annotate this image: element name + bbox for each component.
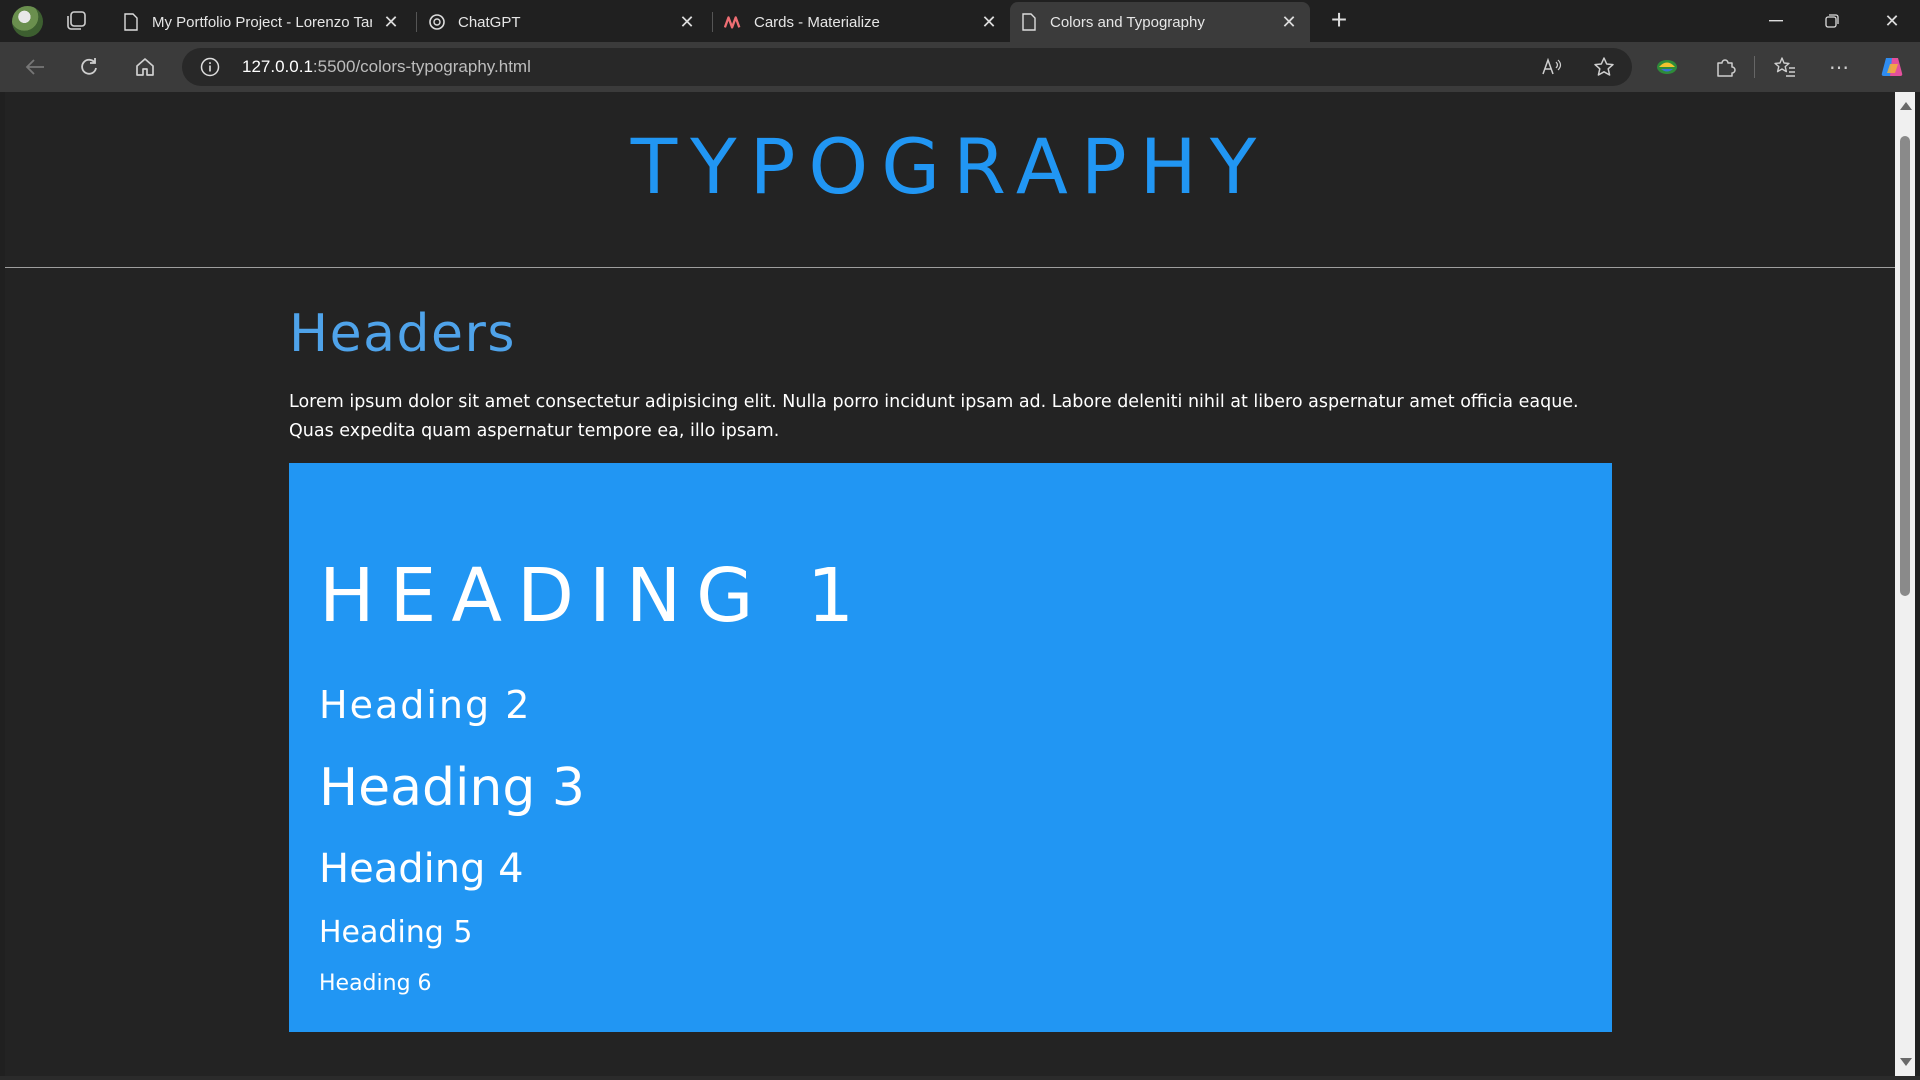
intro-paragraph: Lorem ipsum dolor sit amet consectetur a… xyxy=(289,392,1579,441)
page-viewport: TYPOGRAPHY Headers Lorem ipsum dolor sit… xyxy=(5,92,1895,1076)
more-options-icon[interactable]: ⋯ xyxy=(1822,50,1856,84)
new-tab-button[interactable]: + xyxy=(1324,6,1354,36)
favorite-star-icon[interactable] xyxy=(1592,55,1616,79)
home-button[interactable] xyxy=(128,50,162,84)
materialize-icon xyxy=(724,13,742,31)
refresh-button[interactable] xyxy=(72,50,106,84)
heading-4: Heading 4 xyxy=(319,846,524,892)
extension-colorful-icon[interactable] xyxy=(1650,50,1684,84)
heading-1: HEADING 1 xyxy=(319,553,870,639)
scrollbar-thumb[interactable] xyxy=(1900,136,1910,596)
tab-divider xyxy=(416,12,417,32)
browser-toolbar: 127.0.0.1:5500/colors-typography.html ⋯ xyxy=(0,42,1920,92)
tab-materialize[interactable]: Cards - Materialize ✕ xyxy=(714,2,1010,42)
scroll-down-arrow-icon[interactable] xyxy=(1900,1058,1912,1066)
heading-3: Heading 3 xyxy=(319,758,585,818)
heading-5: Heading 5 xyxy=(319,915,473,950)
close-tab-icon[interactable]: ✕ xyxy=(978,12,1000,33)
address-bar[interactable]: 127.0.0.1:5500/colors-typography.html xyxy=(182,48,1632,86)
heading-6: Heading 6 xyxy=(319,971,432,996)
window-edge xyxy=(1915,92,1920,1080)
workspaces-icon[interactable] xyxy=(64,10,88,32)
minimize-button[interactable] xyxy=(1748,0,1804,42)
scroll-up-arrow-icon[interactable] xyxy=(1900,102,1912,110)
back-button[interactable] xyxy=(18,50,52,84)
tab-bar: My Portfolio Project - Lorenzo Tar ✕ Cha… xyxy=(0,0,1920,42)
close-tab-icon[interactable]: ✕ xyxy=(1278,12,1300,33)
url-text[interactable]: 127.0.0.1:5500/colors-typography.html xyxy=(242,57,531,77)
tab-title: Cards - Materialize xyxy=(754,13,880,31)
heading-2: Heading 2 xyxy=(319,683,532,727)
close-tab-icon[interactable]: ✕ xyxy=(380,12,402,33)
section-title-headers: Headers xyxy=(289,304,516,364)
tab-colors-typography[interactable]: Colors and Typography ✕ xyxy=(1010,2,1310,42)
profile-avatar[interactable] xyxy=(12,6,43,37)
header-divider xyxy=(5,267,1895,268)
headings-panel: HEADING 1 Heading 2 Heading 3 Heading 4 … xyxy=(289,463,1612,1032)
close-tab-icon[interactable]: ✕ xyxy=(676,12,698,33)
tab-title: ChatGPT xyxy=(458,13,521,31)
page-title: TYPOGRAPHY xyxy=(630,122,1270,211)
window-edge xyxy=(0,1076,1920,1080)
read-aloud-icon[interactable] xyxy=(1540,55,1564,79)
extensions-icon[interactable] xyxy=(1708,50,1742,84)
url-host: 127.0.0.1 xyxy=(242,57,313,76)
chatgpt-icon xyxy=(428,13,446,31)
site-info-icon[interactable] xyxy=(200,57,220,77)
url-path: :5500/colors-typography.html xyxy=(312,57,531,76)
favorites-icon[interactable] xyxy=(1768,50,1802,84)
page-icon xyxy=(1020,13,1038,31)
tab-chatgpt[interactable]: ChatGPT ✕ xyxy=(418,2,708,42)
page-icon xyxy=(122,13,140,31)
tab-title: My Portfolio Project - Lorenzo Tar xyxy=(152,13,372,31)
vertical-scrollbar[interactable] xyxy=(1895,92,1915,1076)
copilot-icon[interactable] xyxy=(1876,50,1910,84)
close-window-button[interactable]: ✕ xyxy=(1864,0,1920,42)
restore-button[interactable] xyxy=(1804,0,1860,42)
tab-portfolio[interactable]: My Portfolio Project - Lorenzo Tar ✕ xyxy=(112,2,412,42)
toolbar-divider xyxy=(1754,56,1755,78)
tab-divider xyxy=(712,12,713,32)
tab-title: Colors and Typography xyxy=(1050,13,1205,31)
